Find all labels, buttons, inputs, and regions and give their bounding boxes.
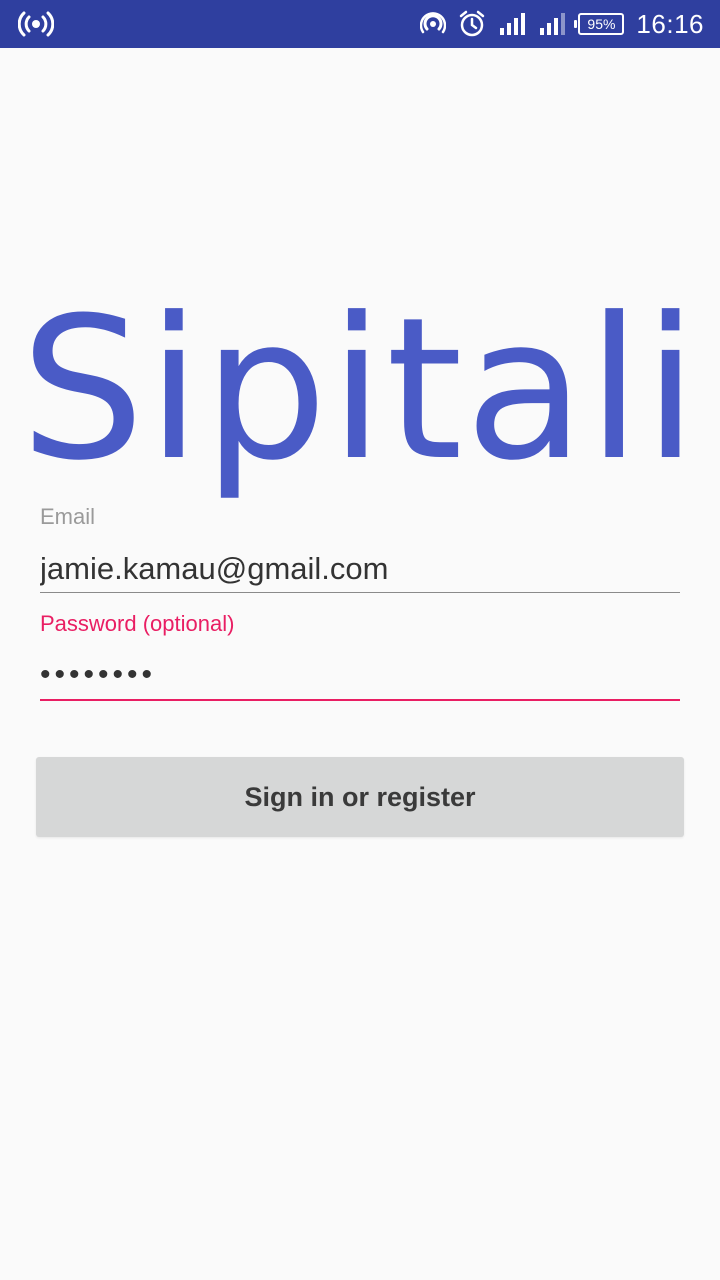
password-label: Password (optional) <box>40 611 235 636</box>
status-bar: 95% 16:16 <box>0 0 720 48</box>
sign-in-button[interactable]: Sign in or register <box>36 757 684 837</box>
app-logo: Sipitali <box>20 276 700 504</box>
email-label: Email <box>40 504 96 529</box>
password-input[interactable] <box>40 651 680 701</box>
battery-percent: 95% <box>587 16 616 32</box>
email-input[interactable] <box>40 546 680 593</box>
broadcast-icon <box>18 10 54 38</box>
battery-icon: 95% <box>574 13 625 35</box>
status-icons: 95% 16:16 <box>420 0 704 48</box>
signal-icon-2 <box>538 12 566 36</box>
alarm-icon <box>458 10 486 38</box>
hotspot-icon <box>420 11 447 37</box>
status-time: 16:16 <box>636 8 704 39</box>
signal-icon <box>498 12 526 36</box>
